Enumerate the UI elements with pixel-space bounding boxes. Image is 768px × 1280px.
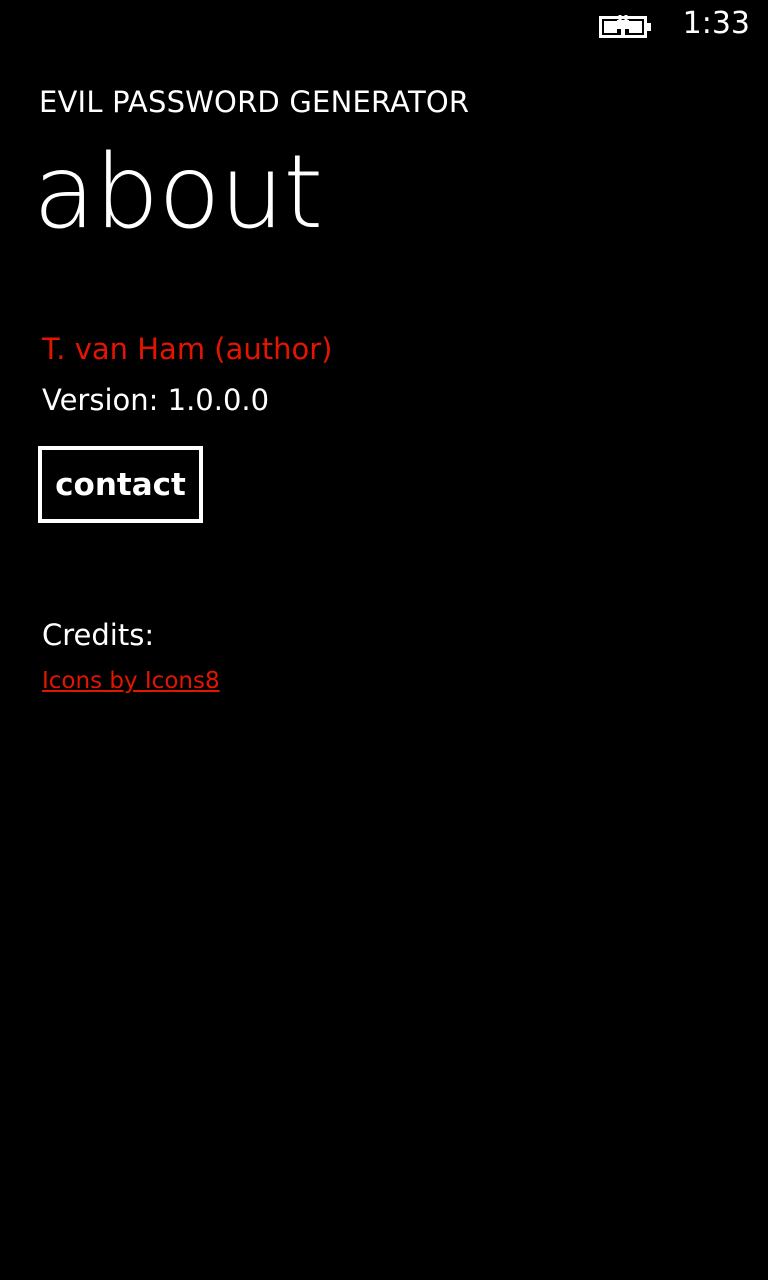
contact-button[interactable]: contact — [38, 446, 203, 523]
credits-label: Credits: — [42, 618, 155, 652]
version-value: 1.0.0.0 — [167, 383, 270, 417]
status-bar: 1:33 — [0, 0, 768, 50]
version-row: Version: 1.0.0.0 — [42, 381, 269, 419]
author-text: T. van Ham (author) — [42, 332, 333, 366]
icons8-credit-link[interactable]: Icons by Icons8 — [42, 666, 220, 696]
status-time: 1:33 — [682, 6, 750, 41]
version-label: Version: — [42, 383, 159, 417]
app-title: EVIL PASSWORD GENERATOR — [39, 85, 470, 119]
battery-charging-icon — [599, 15, 651, 38]
page-title: about — [33, 133, 323, 252]
